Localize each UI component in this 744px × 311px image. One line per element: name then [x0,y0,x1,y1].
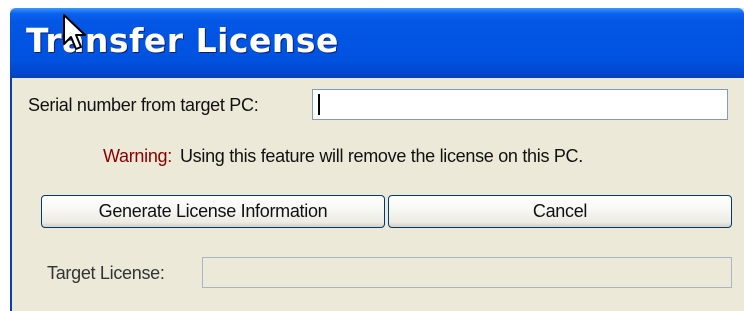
serial-number-label: Serial number from target PC: [28,95,259,115]
warning-label: Warning: [103,146,172,166]
warning-message: Warning: Using this feature will remove t… [103,146,583,167]
warning-text: Using this feature will remove the licen… [179,146,583,166]
mouse-pointer-icon [63,14,86,50]
target-license-field [202,257,732,288]
text-caret [318,94,320,115]
dialog-body: Serial number from target PC: Warning: Us… [10,78,744,311]
target-license-label: Target License: [47,263,165,283]
transfer-license-dialog: Transfer License Serial number from targ… [10,8,744,311]
serial-number-input[interactable] [312,89,728,120]
generate-license-information-button[interactable]: Generate License Information [41,195,385,228]
cancel-button[interactable]: Cancel [388,195,732,228]
title-bar[interactable]: Transfer License [10,8,744,78]
